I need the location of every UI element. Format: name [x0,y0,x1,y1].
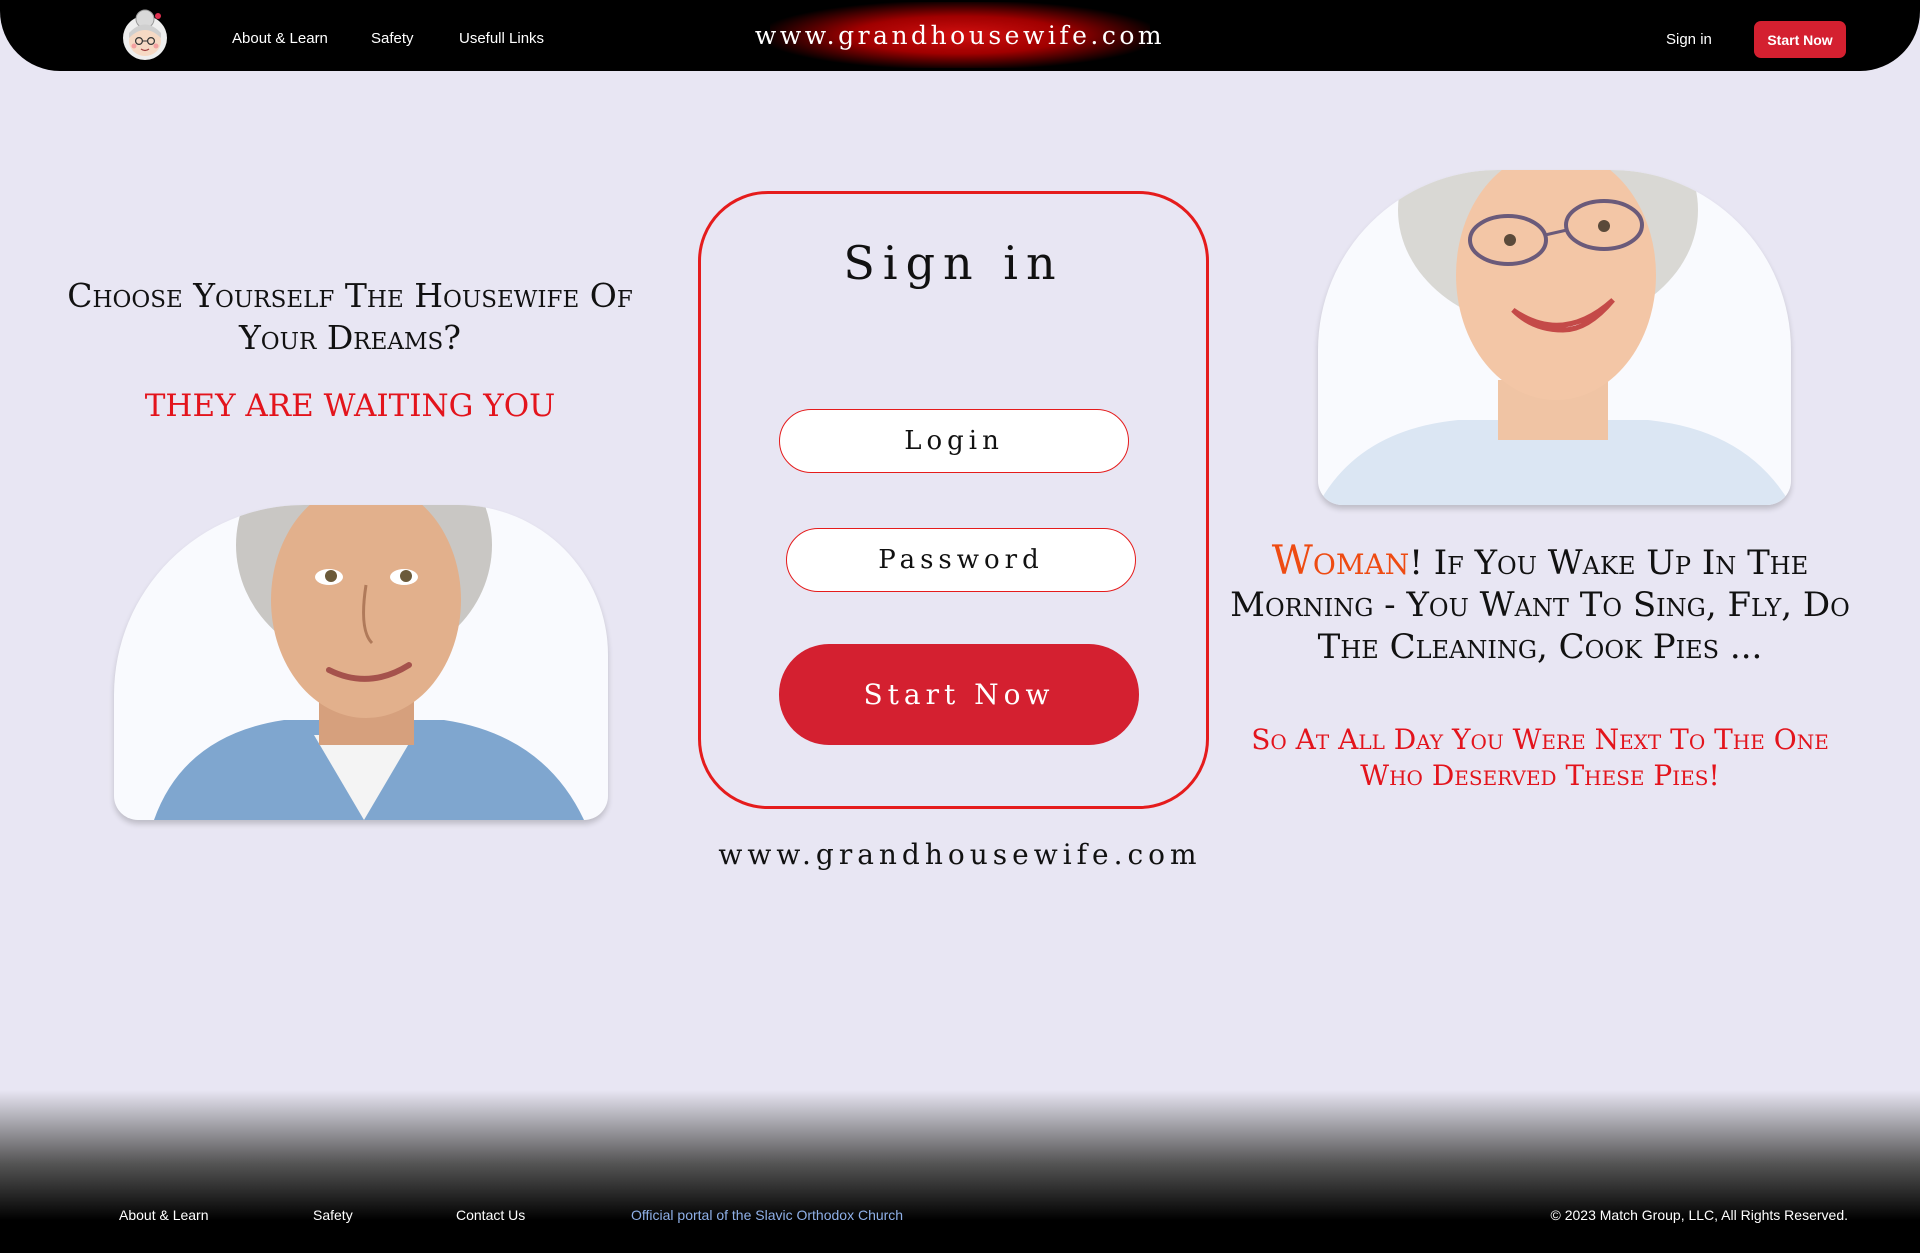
nav-useful-links[interactable]: Usefull Links [459,30,544,47]
header-start-now-button[interactable]: Start Now [1754,21,1846,58]
header-signin-link[interactable]: Sign in [1666,31,1712,48]
portrait-image-left [154,505,584,820]
right-heading-accent: Woman [1271,538,1410,584]
footer-about-learn[interactable]: About & Learn [119,1207,209,1223]
footer-safety[interactable]: Safety [313,1207,353,1223]
right-heading: Woman! If You Wake Up In The Morning - Y… [1210,540,1870,668]
left-heading: Choose Yourself The Housewife Of Your Dr… [67,276,633,357]
grandma-logo-icon[interactable] [120,8,170,62]
login-input[interactable]: Login [779,409,1129,473]
portrait-image-right [1318,170,1791,505]
footer [0,1090,1920,1253]
left-subheading: THEY ARE WAITING YOU [144,388,556,424]
nav-about-learn[interactable]: About & Learn [232,30,328,47]
right-subheading: So At All Day You Were Next To The One W… [1251,723,1829,792]
photo-elderly-woman-left [114,505,608,820]
photo-elderly-woman-right [1318,170,1791,505]
footer-copyright: © 2023 Match Group, LLC, All Rights Rese… [1550,1207,1848,1223]
signin-card: Sign in Login Password Start Now [698,191,1209,809]
password-input[interactable]: Password [786,528,1136,592]
signin-title: Sign in [843,236,1064,290]
brand-title[interactable]: www.grandhousewife.com [755,2,1162,68]
site-url-text: www.grandhousewife.com [718,838,1202,871]
start-now-button[interactable]: Start Now [779,644,1139,745]
footer-contact-us[interactable]: Contact Us [456,1207,525,1223]
footer-official-portal-link[interactable]: Official portal of the Slavic Orthodox C… [631,1207,903,1223]
top-navigation-bar: About & Learn Safety Usefull Links www.g… [0,0,1920,71]
nav-safety[interactable]: Safety [371,30,414,47]
